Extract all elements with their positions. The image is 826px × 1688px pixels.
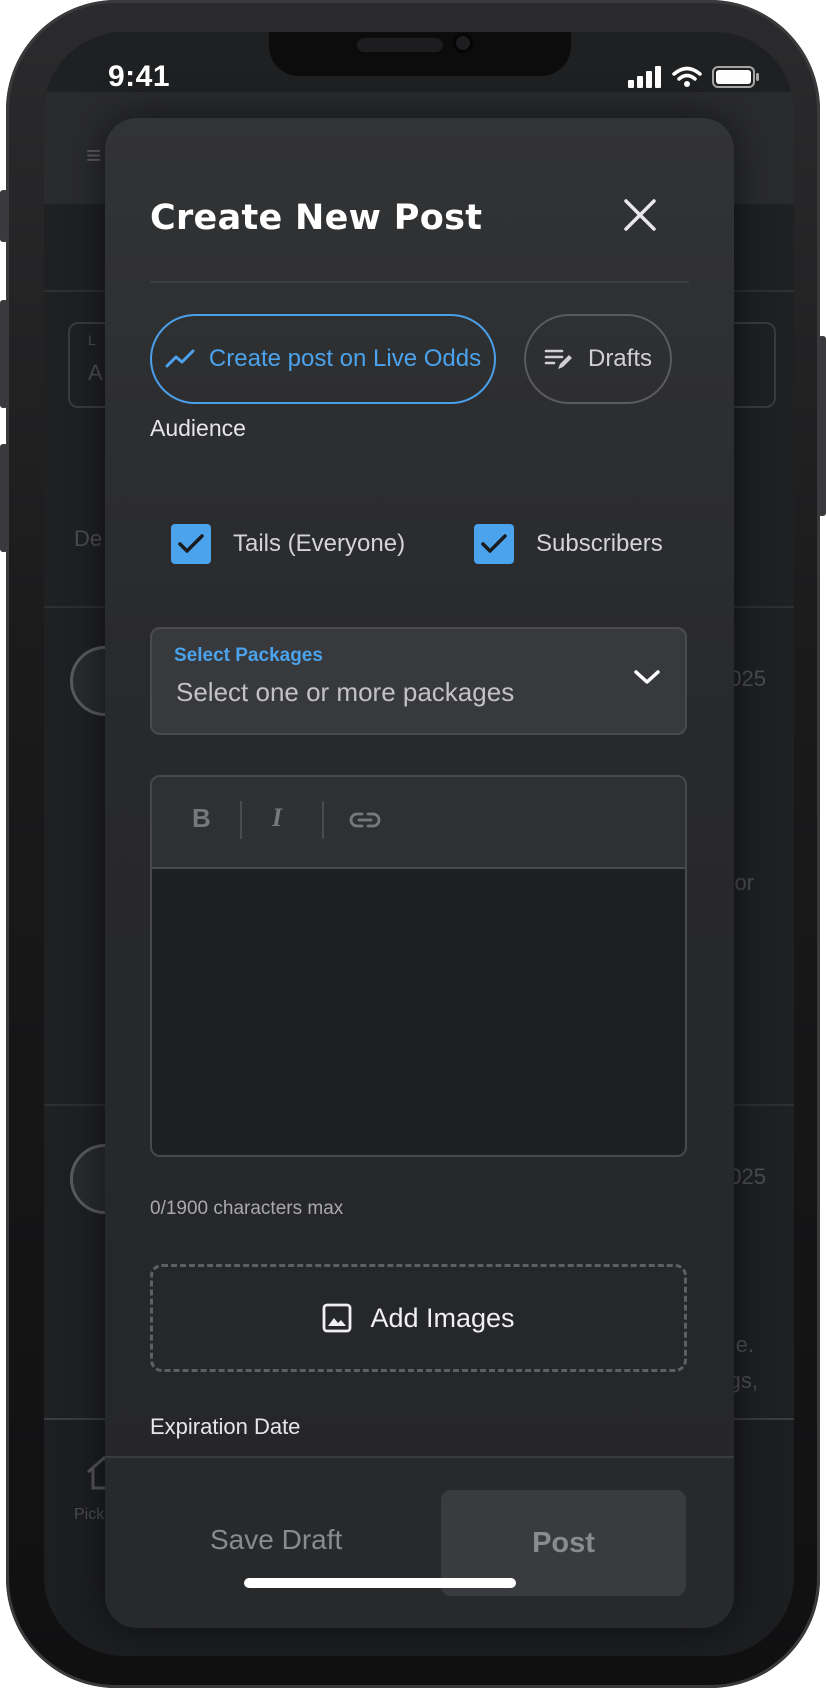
volume-up-button: [0, 300, 8, 408]
modal-footer: Save Draft Post: [105, 1456, 734, 1628]
title-divider: [150, 281, 689, 283]
volume-down-button: [0, 444, 8, 552]
select-packages-dropdown[interactable]: Select Packages Select one or more packa…: [150, 627, 687, 735]
drafts-button[interactable]: Drafts: [524, 314, 672, 404]
speaker: [357, 38, 443, 52]
post-date: 025: [729, 1164, 766, 1189]
tails-everyone-label: Tails (Everyone): [233, 530, 406, 557]
subscribers-checkbox[interactable]: Subscribers: [474, 524, 663, 564]
subscribers-label: Subscribers: [536, 530, 663, 557]
status-icons: [628, 66, 760, 88]
checkbox-checked[interactable]: [171, 524, 211, 564]
nav-item-picks-label[interactable]: Pick: [74, 1506, 104, 1524]
camera: [453, 33, 473, 53]
phone-frame: ≡ L A De 025 or 025 e. gs, Pick 9:41 Cre…: [0, 0, 826, 1688]
drafts-edit-icon: [544, 349, 572, 369]
background-left-text: De: [74, 526, 103, 551]
checkmark-icon: [481, 534, 507, 553]
tails-everyone-checkbox[interactable]: Tails (Everyone): [171, 524, 405, 564]
toolbar-separator: [322, 801, 324, 839]
character-count: 0/1900 characters max: [150, 1198, 344, 1219]
bold-button[interactable]: B: [192, 803, 211, 834]
add-images-label: Add Images: [370, 1302, 515, 1333]
create-post-modal: Create New Post Create post on Live Odds…: [105, 118, 734, 1628]
checkmark-icon: [178, 534, 204, 553]
notch: [269, 32, 571, 76]
create-post-live-odds-button[interactable]: Create post on Live Odds: [150, 314, 496, 404]
menu-icon[interactable]: ≡: [86, 140, 101, 171]
home-indicator: [244, 1578, 516, 1588]
live-odds-label: Create post on Live Odds: [208, 345, 482, 372]
expiration-date-label: Expiration Date: [150, 1414, 301, 1439]
add-images-button[interactable]: Add Images: [150, 1264, 687, 1372]
audience-label: Audience: [150, 415, 246, 441]
post-button-label: Post: [532, 1526, 595, 1559]
background-field-value: A: [88, 360, 103, 385]
power-button: [818, 336, 826, 516]
screen: ≡ L A De 025 or 025 e. gs, Pick 9:41 Cre…: [44, 32, 794, 1656]
chevron-down-icon: [634, 670, 660, 684]
battery-icon: [712, 66, 759, 88]
checkbox-checked[interactable]: [474, 524, 514, 564]
status-time: 9:41: [108, 60, 171, 93]
save-draft-button[interactable]: Save Draft: [210, 1524, 342, 1556]
link-icon[interactable]: [348, 807, 382, 833]
select-packages-placeholder: Select one or more packages: [176, 677, 515, 707]
post-text: or: [734, 870, 754, 895]
post-text: e.: [735, 1332, 754, 1357]
modal-title: Create New Post: [150, 198, 483, 238]
toolbar-separator: [240, 801, 242, 839]
post-editor: B I: [150, 775, 687, 1157]
background-field-label: L: [88, 332, 96, 348]
editor-toolbar: B I: [152, 777, 685, 869]
signal-icon: [628, 66, 661, 88]
image-icon: [323, 1303, 352, 1333]
trending-icon: [165, 349, 195, 368]
close-icon[interactable]: [620, 195, 660, 235]
italic-button[interactable]: I: [272, 803, 282, 833]
post-date: 025: [729, 666, 766, 691]
wifi-icon: [672, 66, 702, 87]
select-packages-label: Select Packages: [174, 645, 323, 666]
mute-switch: [0, 190, 8, 242]
post-text-area[interactable]: [152, 869, 685, 1155]
drafts-label: Drafts: [587, 345, 652, 372]
